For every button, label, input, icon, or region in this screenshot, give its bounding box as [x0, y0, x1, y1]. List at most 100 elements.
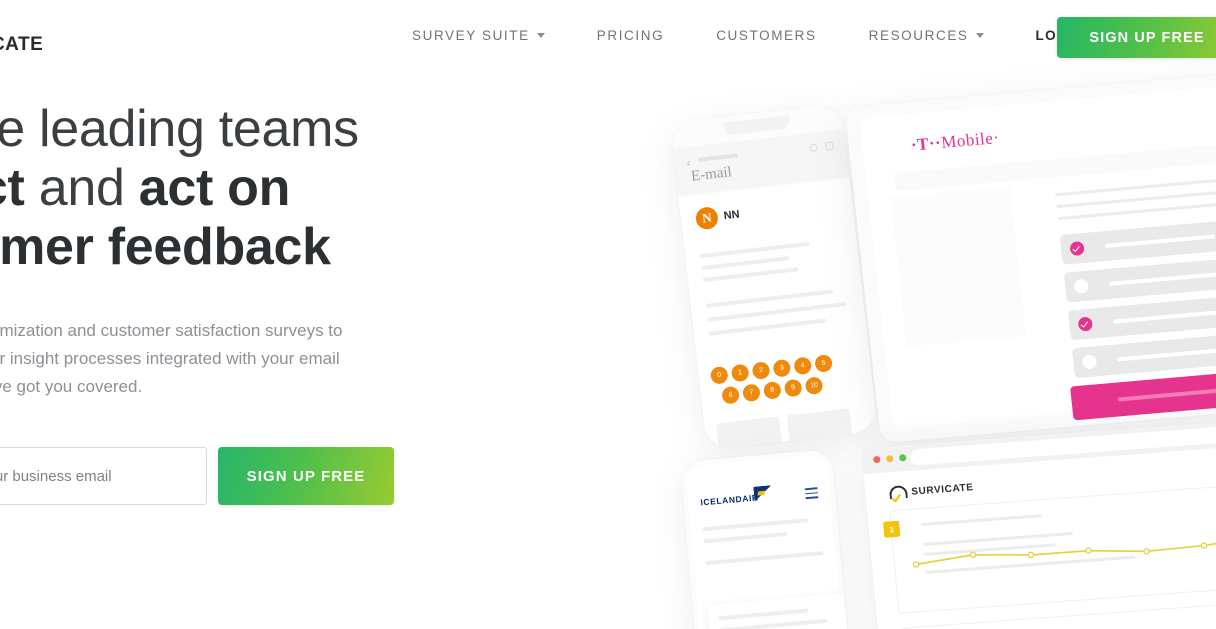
chevron-down-icon [536, 33, 545, 38]
email-footer-blocks [716, 408, 854, 451]
email-field[interactable] [0, 447, 207, 505]
tmobile-logo-name: Mobile [940, 128, 995, 152]
chart-data-point [969, 551, 977, 559]
nps-option[interactable]: 3 [772, 358, 792, 378]
phone-screen: ICELANDAIR [685, 454, 853, 629]
check-icon [1069, 240, 1085, 257]
brand-logo[interactable]: VICATE [0, 34, 43, 56]
nps-option[interactable]: 5 [814, 354, 834, 373]
headline-bold-collect: llect [0, 159, 25, 217]
signup-form: SIGN UP FREE [0, 447, 562, 505]
more-icon[interactable] [825, 141, 834, 151]
icelandair-tail-accent-icon [757, 490, 766, 496]
nn-brand-label: NN [723, 208, 741, 223]
hero-paragraph-line-2: x customer insight processes integrated … [0, 349, 340, 368]
text-placeholder-line [705, 550, 824, 566]
survey-side-block [890, 187, 1027, 347]
text-placeholder-line [719, 618, 828, 629]
hero-section: here leading teams llect and act on stom… [0, 100, 562, 505]
survicate-mark-icon [888, 485, 908, 503]
chart-data-point [1085, 547, 1092, 554]
text-placeholder-line [708, 318, 827, 336]
headline-bold-acton: act on [138, 159, 291, 217]
headline-line-1: here leading teams [0, 100, 359, 158]
close-window-icon[interactable] [873, 455, 881, 464]
nps-rating-scale: 0 1 2 3 4 5 6 7 8 9 10 [709, 351, 864, 410]
hero-paragraph-line-3: gns – we’ve got you covered. [0, 377, 143, 396]
chart-data-point [912, 561, 920, 568]
phone-mockup-icelandair-survey: ICELANDAIR [679, 448, 853, 629]
maximize-window-icon[interactable] [898, 454, 907, 462]
text-placeholder-line [703, 531, 788, 544]
nps-option[interactable]: 2 [751, 361, 771, 380]
tmobile-logo-prefix: ·T·· [909, 133, 943, 155]
chevron-down-icon [975, 33, 984, 38]
nps-option[interactable]: 9 [783, 378, 803, 398]
nps-option[interactable]: 7 [742, 383, 761, 403]
nps-option[interactable]: 0 [709, 365, 729, 385]
dashboard-mockup-survicate: SURVICATE 1 2 [861, 416, 1216, 629]
panel-badge: 1 [882, 520, 901, 538]
text-placeholder-line [701, 256, 790, 271]
tmobile-logo: ·T··Mobile· [910, 128, 1000, 156]
text-placeholder-line [699, 241, 810, 259]
chart-data-point [1027, 551, 1035, 559]
tablet-mockup-tmobile-survey: ·T··Mobile· [844, 70, 1216, 444]
option-label-placeholder [1117, 347, 1216, 362]
nav-item-resources-label: RESOURCES [868, 28, 969, 43]
product-mockups: ‹ E-mail N NN 0 1 2 3 4 5 6 7 8 9 10 ·T·… [640, 0, 1216, 629]
option-label-placeholder [1108, 272, 1216, 286]
window-traffic-lights [873, 454, 907, 464]
tablet-screen: ·T··Mobile· [859, 80, 1216, 429]
chart-data-point [1200, 542, 1208, 549]
phone-mockup-email-survey: ‹ E-mail N NN 0 1 2 3 4 5 6 7 8 9 10 [669, 103, 879, 451]
email-body: N NN 0 1 2 3 4 5 6 7 8 9 10 [678, 178, 879, 451]
nps-option[interactable]: 8 [762, 381, 782, 400]
placeholder-block [716, 416, 783, 451]
hero-paragraph-line-1: ebsite optimization and customer satisfa… [0, 321, 343, 340]
text-placeholder-line [718, 608, 809, 621]
hero-paragraph: ebsite optimization and customer satisfa… [0, 317, 562, 401]
nav-item-customers-label: CUSTOMERS [716, 28, 817, 43]
top-navigation: VICATE SURVEY SUITE PRICING CUSTOMERS RE… [0, 0, 1216, 74]
chart-line-path [915, 536, 1216, 566]
nn-brand-icon: N [694, 206, 720, 231]
nav-item-resources[interactable]: RESOURCES [869, 28, 984, 43]
nav-links: SURVEY SUITE PRICING CUSTOMERS RESOURCES… [412, 28, 1130, 43]
option-label-placeholder [1113, 310, 1216, 324]
nps-option[interactable]: 10 [804, 376, 824, 396]
headline-and: and [24, 159, 139, 217]
nps-option[interactable]: 4 [793, 356, 813, 376]
radio-icon [1073, 278, 1089, 294]
option-label-placeholder [1104, 234, 1215, 249]
nav-item-pricing-label: PRICING [596, 28, 665, 43]
hero-signup-button[interactable]: SIGN UP FREE [218, 447, 394, 505]
survey-option-row[interactable] [1059, 216, 1216, 265]
page-title: here leading teams llect and act on stom… [0, 100, 562, 277]
chart-data-point [1143, 548, 1150, 555]
hamburger-icon[interactable] [804, 487, 819, 502]
landing-page: VICATE SURVEY SUITE PRICING CUSTOMERS RE… [0, 0, 1216, 629]
phone-notch [723, 115, 791, 136]
nav-item-survey-suite-label: SURVEY SUITE [412, 28, 530, 43]
nps-option[interactable]: 6 [721, 385, 741, 405]
tmobile-logo-suffix: · [992, 127, 1001, 148]
survey-card [707, 593, 853, 629]
text-placeholder-line [702, 518, 809, 532]
submit-label-placeholder [1117, 387, 1216, 402]
minimize-window-icon[interactable] [885, 454, 894, 463]
chart-data-points [912, 542, 1208, 568]
nav-item-survey-suite[interactable]: SURVEY SUITE [412, 28, 545, 43]
survicate-logo: SURVICATE [888, 480, 975, 503]
nav-signup-button[interactable]: SIGN UP FREE [1057, 17, 1216, 58]
nps-option[interactable]: 1 [730, 363, 750, 383]
nav-item-pricing[interactable]: PRICING [597, 28, 664, 43]
headline-line-3: stomer feedback [0, 218, 331, 276]
icelandair-logo: ICELANDAIR [699, 492, 760, 508]
text-placeholder-line [702, 267, 799, 283]
radio-icon [1081, 354, 1098, 370]
placeholder-block [786, 408, 854, 451]
nav-item-customers[interactable]: CUSTOMERS [716, 28, 816, 43]
check-icon [1077, 316, 1094, 332]
survicate-logo-label: SURVICATE [910, 482, 975, 498]
